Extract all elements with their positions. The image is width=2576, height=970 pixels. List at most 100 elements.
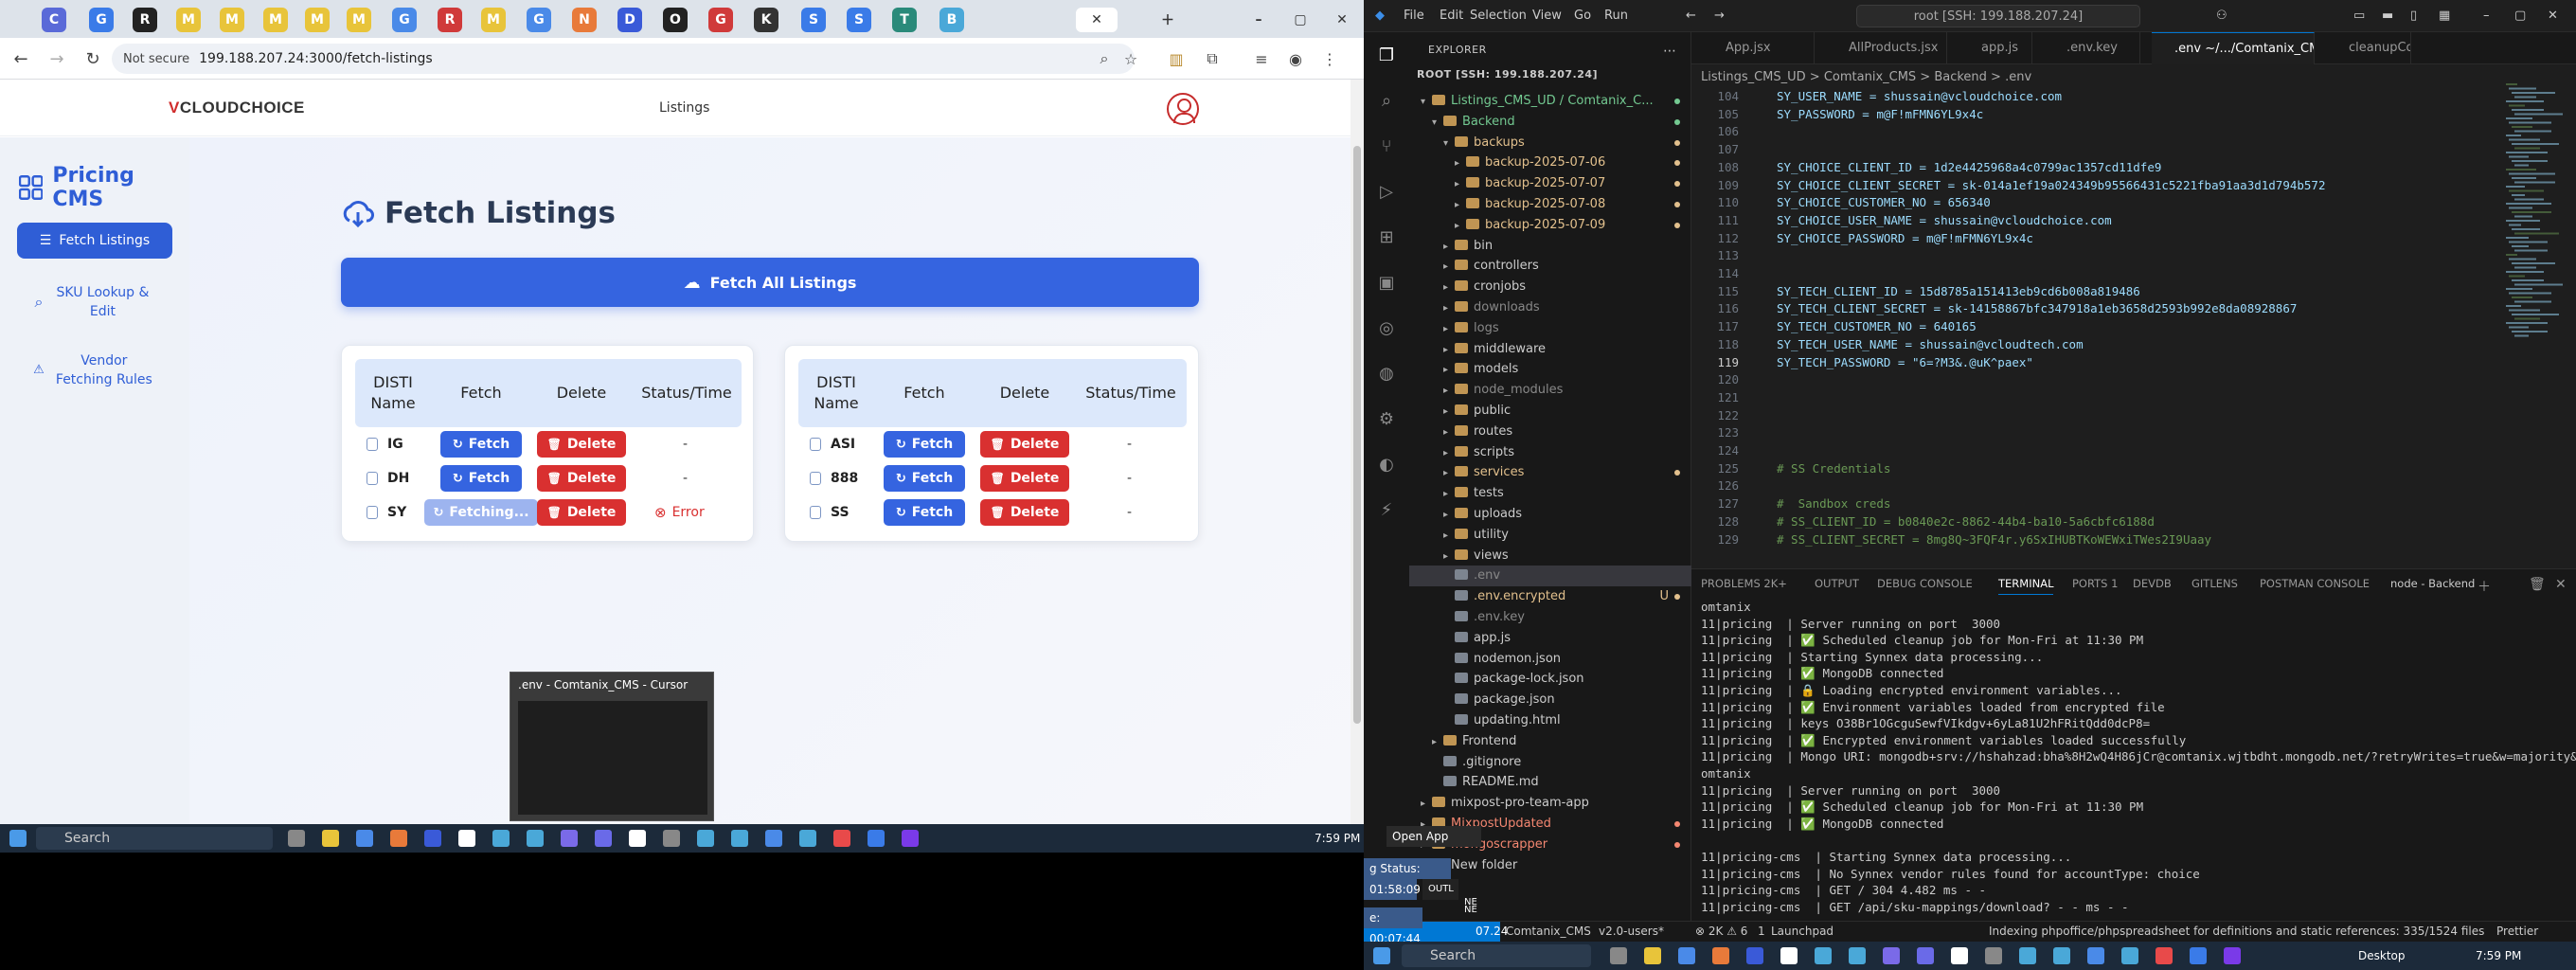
taskbar-app-icon[interactable] (2053, 947, 2070, 964)
fetch-button[interactable]: ↻ Fetch (884, 431, 965, 458)
browser-tab-favicon[interactable]: G (392, 8, 417, 32)
browser-tab-favicon[interactable]: O (663, 8, 688, 32)
fetch-button[interactable]: ↻ Fetch (440, 431, 522, 458)
command-center-search[interactable]: root [SSH: 199.188.207.24] (1856, 5, 2140, 27)
browser-tab-favicon[interactable]: D (617, 8, 642, 32)
fetch-button[interactable]: ↻ Fetch (884, 499, 965, 526)
tree-item[interactable]: ▸ scripts (1409, 442, 1691, 463)
window-minimize-icon[interactable]: – (1246, 8, 1271, 32)
tree-item[interactable]: package.json (1409, 690, 1691, 710)
fetch-all-listings-button[interactable]: ☁ Fetch All Listings (341, 258, 1199, 307)
tree-item[interactable]: ▸ views (1409, 546, 1691, 566)
browser-tab-favicon[interactable]: B (939, 8, 964, 32)
sidebar-item-sku-lookup[interactable]: ⌕ SKU Lookup & Edit (17, 281, 172, 323)
browser-tab-favicon[interactable]: M (263, 8, 288, 32)
taskbar-app-icon[interactable] (1985, 947, 2002, 964)
taskbar-app-icon[interactable] (1610, 947, 1627, 964)
menu-item-view[interactable]: View (1532, 9, 1562, 23)
taskbar-app-icon[interactable] (868, 830, 885, 847)
extension-icon[interactable]: ▥ (1165, 47, 1188, 70)
tree-item[interactable]: updating.html (1409, 710, 1691, 731)
search-icon[interactable]: ⌕ (1375, 89, 1398, 112)
status-launchpad[interactable]: Launchpad (1771, 925, 1834, 938)
taskbar-app-icon[interactable] (390, 830, 407, 847)
url-text[interactable]: 199.188.207.24:3000/fetch-listings (199, 51, 433, 66)
active-tab-close-icon[interactable]: ✕ (1076, 8, 1118, 32)
tree-item[interactable]: ▸ mixpost-pro-team-app (1409, 793, 1691, 814)
tree-item[interactable]: ▸ bin (1409, 236, 1691, 257)
taskbar-app-icon[interactable] (1644, 947, 1661, 964)
panel-tab[interactable]: OUTPUT (1815, 577, 1859, 590)
tree-item[interactable]: ▸ downloads (1409, 297, 1691, 318)
taskbar-app-icon[interactable] (629, 830, 646, 847)
gitgraph-icon[interactable]: ◐ (1375, 453, 1398, 476)
panel-tab[interactable]: POSTMAN CONSOLE (2260, 577, 2370, 590)
status-ports[interactable]: 1 (1758, 925, 1765, 938)
remote-explorer-icon[interactable]: ▣ (1375, 271, 1398, 294)
maximize-icon[interactable]: ▢ (2514, 9, 2526, 23)
vcloudchoice-logo[interactable]: VCLOUDCHOICE (169, 99, 305, 117)
tree-item[interactable]: README.md (1409, 772, 1691, 793)
browser-tab-favicon[interactable]: M (176, 8, 201, 32)
taskbar-app-icon[interactable] (1712, 947, 1729, 964)
code-line[interactable]: SY_TECH_PASSWORD = "6=?M3&.@uK^paex" (1777, 355, 2033, 369)
trash-icon[interactable]: 🗑 (2529, 577, 2546, 592)
bookmark-star-icon[interactable]: ☆ (1119, 47, 1142, 70)
minimap[interactable] (2506, 83, 2572, 368)
browser-tab-favicon[interactable]: R (133, 8, 157, 32)
status-branch[interactable]: v2.0-users* (1599, 925, 1664, 938)
delete-button[interactable]: 🗑 Delete (537, 499, 626, 526)
explorer-icon[interactable]: ❐ (1375, 44, 1398, 66)
code-line[interactable]: SY_TECH_CLIENT_ID = 15d8785a151413eb9cd6… (1777, 284, 2140, 298)
tree-item[interactable]: .gitignore (1409, 752, 1691, 773)
code-line[interactable]: # SS_CLIENT_SECRET = 8mg8Q~3FQF4r.y6SxIH… (1777, 532, 2211, 547)
tree-item[interactable]: ▸ services (1409, 462, 1691, 483)
tree-item[interactable]: ▸ logs (1409, 318, 1691, 339)
code-line[interactable]: SY_CHOICE_USER_NAME = shussain@vcloudcho… (1777, 213, 2112, 227)
code-line[interactable]: # SS_CLIENT_ID = b0840e2c-8862-44b4-ba10… (1777, 514, 2155, 529)
desktop-label[interactable]: Desktop (2358, 949, 2406, 962)
gitlens-icon[interactable]: ◎ (1375, 316, 1398, 339)
taskbar-search[interactable]: Search (1402, 944, 1591, 967)
fetch-button[interactable]: ↻ Fetch (440, 465, 522, 492)
forward-nav-icon[interactable]: → (1714, 9, 1725, 23)
menu-item-go[interactable]: Go (1574, 9, 1591, 23)
browser-tab-favicon[interactable]: N (572, 8, 597, 32)
taskbar-app-icon[interactable] (288, 830, 305, 847)
taskbar-app-icon[interactable] (2019, 947, 2036, 964)
editor-tab[interactable]: .env ~/.../Comtanix_CMS/Backend (2152, 32, 2315, 64)
panel-tab[interactable]: PORTS 1 (2072, 577, 2118, 590)
menu-item-selection[interactable]: Selection (1470, 9, 1527, 23)
browser-tab-favicon[interactable]: T (892, 8, 917, 32)
python-icon[interactable]: ⚙ (1375, 407, 1398, 430)
tree-item[interactable]: ▸ cronjobs (1409, 277, 1691, 297)
layout-icon[interactable]: ▭ (2353, 9, 2365, 23)
menu-item-run[interactable]: Run (1604, 9, 1628, 23)
windows-start-icon[interactable] (9, 830, 27, 847)
taskbar-app-icon[interactable] (2156, 947, 2173, 964)
sidebar-item-fetch-listings[interactable]: ☰ Fetch Listings (17, 223, 172, 259)
browser-tab-favicon[interactable]: S (847, 8, 871, 32)
taskbar-app-icon[interactable] (561, 830, 578, 847)
fetch-button[interactable]: ↻ Fetch (884, 465, 965, 492)
panel-tab[interactable]: TERMINAL (1998, 577, 2054, 595)
browser-tab-favicon[interactable]: M (305, 8, 330, 32)
browser-tab-favicon[interactable]: M (220, 8, 244, 32)
tree-item[interactable]: ▸ backup-2025-07-09 (1409, 215, 1691, 236)
not-secure-label[interactable]: Not secure (123, 52, 189, 66)
panel-tab[interactable]: DEBUG CONSOLE (1877, 577, 1973, 590)
code-line[interactable]: SY_TECH_CLIENT_SECRET = sk-14158867bfc34… (1777, 301, 2297, 315)
editor-tab[interactable]: app.js (1959, 32, 2032, 64)
taskbar-app-icon[interactable] (1678, 947, 1695, 964)
tree-item[interactable]: ▸ utility (1409, 525, 1691, 546)
windows-start-icon[interactable] (1373, 947, 1390, 964)
taskbar-app-icon[interactable] (1951, 947, 1968, 964)
profile-icon[interactable]: ◉ (1284, 47, 1307, 70)
taskbar-app-icon[interactable] (663, 830, 680, 847)
code-line[interactable]: # SS Credentials (1777, 461, 1890, 476)
user-avatar-icon[interactable] (1167, 93, 1199, 125)
new-tab-icon[interactable]: ＋ (1155, 8, 1180, 32)
window-close-icon[interactable]: ✕ (1330, 8, 1354, 32)
taskbar-clock[interactable]: 7:59 PM (1315, 832, 1360, 845)
tree-item[interactable]: ▸ backup-2025-07-07 (1409, 173, 1691, 194)
